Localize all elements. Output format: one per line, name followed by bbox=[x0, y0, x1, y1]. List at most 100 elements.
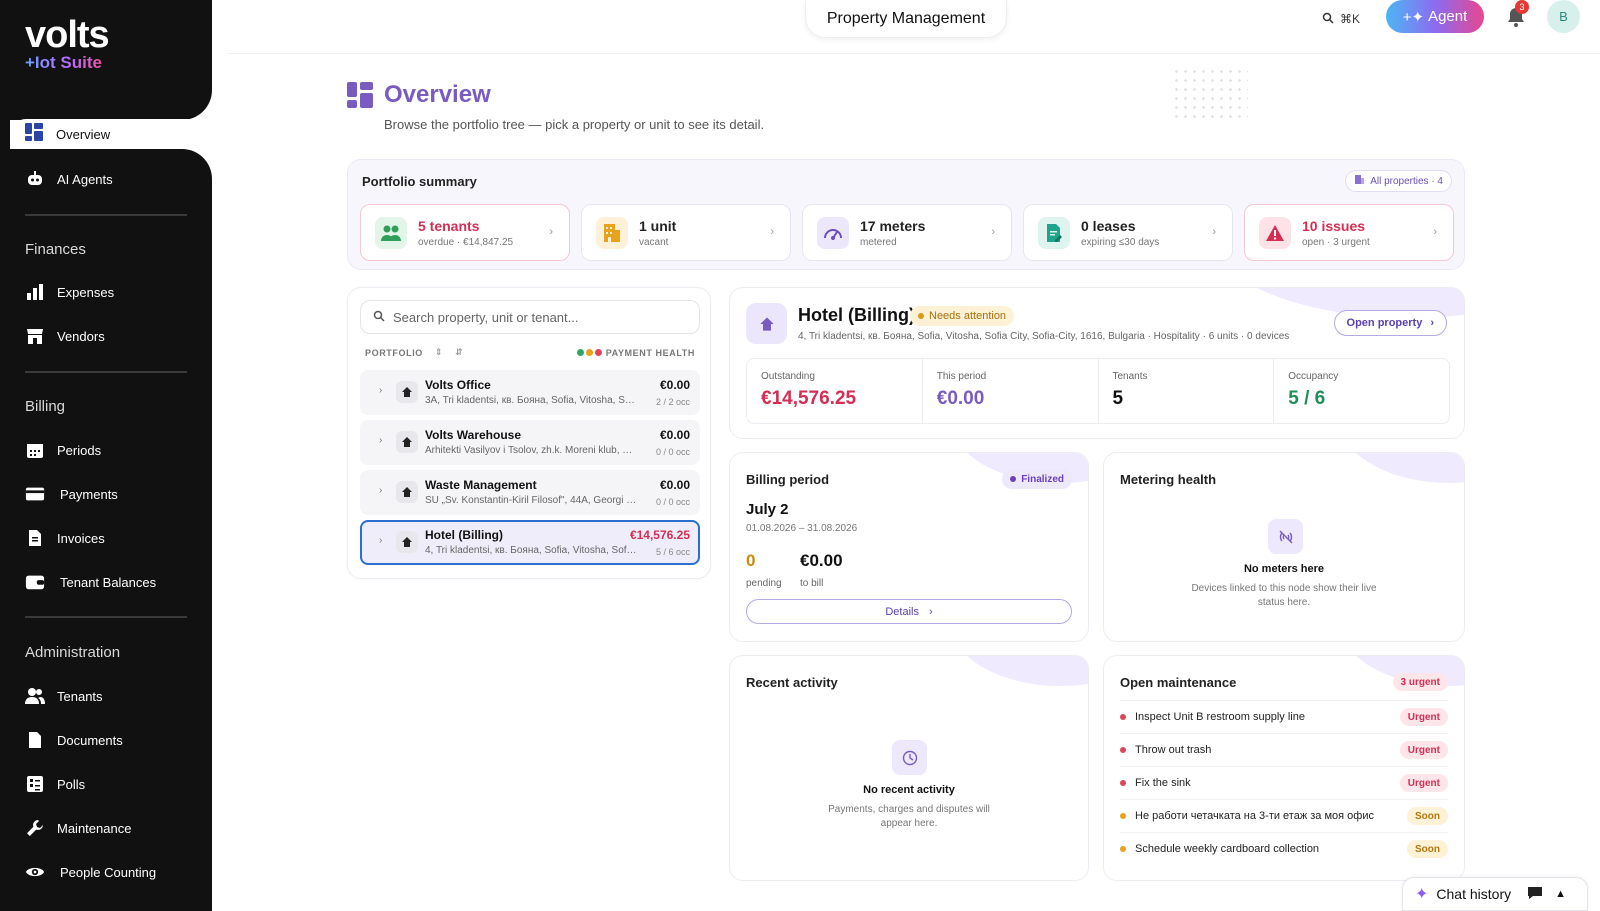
chevron-right-icon: › bbox=[928, 605, 933, 618]
tree-search-input[interactable]: Search property, unit or tenant... bbox=[360, 300, 700, 334]
sidebar-item-ai-agents[interactable]: AI Agents bbox=[25, 166, 113, 192]
sidebar-item-tenant-balances[interactable]: Tenant Balances bbox=[25, 569, 156, 595]
maintenance-item[interactable]: Не работи четачката на 3-ти етаж за моя … bbox=[1120, 799, 1448, 832]
sidebar-item-periods[interactable]: Periods bbox=[25, 437, 101, 463]
status-badge: Needs attention bbox=[910, 306, 1015, 326]
property-detail-card: Hotel (Billing) Needs attention 4, Tri k… bbox=[729, 287, 1465, 439]
row-occupancy: 0 / 0 occ bbox=[655, 497, 690, 507]
logo-suite: +Iot Suite bbox=[25, 54, 109, 72]
decorative-blob bbox=[950, 656, 1088, 686]
maintenance-item[interactable]: Inspect Unit B restroom supply line Urgen… bbox=[1120, 700, 1448, 733]
new-chat-icon[interactable] bbox=[1527, 886, 1543, 903]
dashboard-icon bbox=[24, 122, 44, 147]
stat-label: Outstanding bbox=[761, 371, 815, 382]
logo[interactable]: volts +Iot Suite bbox=[25, 16, 110, 72]
pending-label: pending bbox=[746, 578, 782, 589]
stat-label: Occupancy bbox=[1288, 371, 1339, 382]
stat-label: Tenants bbox=[1112, 371, 1148, 382]
sidebar-item-label: Periods bbox=[57, 442, 102, 458]
decorative-dots bbox=[1172, 67, 1248, 123]
agent-button[interactable]: +✦ Agent bbox=[1386, 0, 1484, 33]
credit-card-icon bbox=[25, 484, 45, 504]
kpi-issues[interactable]: 10 issues open · 3 urgent › bbox=[1244, 204, 1454, 261]
kpi-meters[interactable]: 17 meters metered › bbox=[802, 204, 1012, 261]
sidebar-item-expenses[interactable]: Expenses bbox=[25, 279, 114, 305]
open-property-button[interactable]: Open property › bbox=[1333, 310, 1447, 336]
sidebar-item-label: Polls bbox=[57, 776, 86, 792]
row-name: Volts Office bbox=[425, 378, 491, 392]
chevron-up-icon[interactable]: ▲ bbox=[1555, 888, 1566, 900]
all-properties-button[interactable]: All properties · 4 bbox=[1345, 170, 1452, 192]
status-text: Needs attention bbox=[929, 310, 1007, 322]
sidebar-item-tenants[interactable]: Tenants bbox=[25, 683, 103, 709]
sidebar-item-people-counting[interactable]: People Counting bbox=[25, 859, 156, 885]
kpi-leases-expiring[interactable]: 0 leases expiring ≤30 days › bbox=[1023, 204, 1233, 261]
chevron-right-icon: › bbox=[991, 226, 995, 238]
chevron-right-icon[interactable]: › bbox=[379, 485, 382, 496]
sort-icon[interactable]: ⇕ bbox=[435, 347, 443, 358]
sidebar-item-label: Invoices bbox=[57, 530, 105, 546]
checklist-icon bbox=[25, 774, 45, 794]
kpi-tenants-overdue[interactable]: 5 tenants overdue · €14,847.25 › bbox=[360, 204, 570, 261]
stat-value: €0.00 bbox=[936, 388, 985, 409]
maintenance-text: Throw out trash bbox=[1135, 744, 1212, 756]
row-address: Arhitekti Vasilyov i Tsolov, zh.k. Moren… bbox=[425, 445, 637, 456]
chevron-right-icon[interactable]: › bbox=[379, 535, 382, 546]
kpi-sub: metered bbox=[860, 236, 897, 248]
sidebar-item-documents[interactable]: Documents bbox=[25, 727, 123, 753]
shortcut-label: ⌘K bbox=[1340, 12, 1361, 26]
collapse-icon[interactable]: ⇵ bbox=[455, 347, 463, 358]
all-properties-label: All properties · 4 bbox=[1370, 175, 1443, 187]
sidebar-item-overview[interactable]: Overview bbox=[11, 119, 212, 149]
priority-tag: Urgent bbox=[1399, 741, 1448, 759]
maintenance-item[interactable]: Schedule weekly cardboard collection Soon bbox=[1120, 832, 1448, 865]
kpi-units-vacant[interactable]: 1 unit vacant › bbox=[581, 204, 791, 261]
document-icon bbox=[25, 528, 45, 548]
stat-label: This period bbox=[936, 371, 987, 382]
sidebar-item-invoices[interactable]: Invoices bbox=[25, 525, 105, 551]
divider bbox=[25, 616, 187, 618]
global-search-button[interactable]: ⌘K bbox=[1322, 9, 1360, 29]
dashboard-icon bbox=[347, 82, 373, 108]
details-button[interactable]: Details › bbox=[746, 599, 1072, 624]
wrench-icon bbox=[25, 818, 45, 838]
chevron-right-icon[interactable]: › bbox=[379, 435, 382, 446]
search-icon bbox=[373, 310, 385, 325]
row-amount: €14,576.25 bbox=[629, 528, 690, 542]
chevron-right-icon[interactable]: › bbox=[379, 385, 382, 396]
sidebar: volts +Iot Suite Overview AI Agents Fina… bbox=[0, 0, 212, 911]
card-title: Open maintenance bbox=[1120, 675, 1237, 690]
urgent-count-badge: 3 urgent bbox=[1392, 673, 1448, 691]
home-icon bbox=[396, 431, 418, 453]
maintenance-text: Не работи четачката на 3-ти етаж за моя … bbox=[1135, 810, 1374, 822]
row-address: 4, Tri kladentsi, кв. Бояна, Sofia, Vito… bbox=[425, 545, 637, 556]
to-bill-label: to bill bbox=[800, 578, 824, 589]
kpi-value: 17 meters bbox=[860, 217, 926, 234]
file-icon bbox=[25, 730, 45, 750]
sidebar-item-polls[interactable]: Polls bbox=[25, 771, 85, 797]
store-icon bbox=[25, 326, 45, 346]
portfolio-tree: Search property, unit or tenant... PORTF… bbox=[347, 287, 711, 579]
tree-row-hotel-billing[interactable]: › Hotel (Billing) 4, Tri kladentsi, кв. … bbox=[360, 520, 700, 565]
sidebar-item-label: Overview bbox=[56, 126, 111, 142]
chat-history-bar[interactable]: ✦ Chat history ▲ bbox=[1402, 877, 1588, 911]
priority-tag: Soon bbox=[1407, 807, 1448, 825]
sidebar-item-payments[interactable]: Payments bbox=[25, 481, 118, 507]
tree-row-volts-office[interactable]: › Volts Office 3A, Tri kladentsi, кв. Бо… bbox=[360, 370, 700, 415]
avatar[interactable]: B bbox=[1547, 0, 1580, 33]
summary-title: Portfolio summary bbox=[362, 174, 477, 189]
to-bill-value: €0.00 bbox=[800, 551, 843, 570]
tree-row-volts-warehouse[interactable]: › Volts Warehouse Arhitekti Vasilyov i T… bbox=[360, 420, 700, 465]
section-administration: Administration bbox=[25, 644, 121, 661]
sidebar-header: volts +Iot Suite bbox=[0, 0, 212, 120]
sidebar-item-vendors[interactable]: Vendors bbox=[25, 323, 105, 349]
tree-row-waste-management[interactable]: › Waste Management SU „Sv. Konstantin-Ki… bbox=[360, 470, 700, 515]
sidebar-item-maintenance[interactable]: Maintenance bbox=[25, 815, 131, 841]
maintenance-item[interactable]: Throw out trash Urgent bbox=[1120, 733, 1448, 766]
agent-sparkle-icon: +✦ bbox=[1402, 8, 1425, 26]
metering-health-card: Metering health No meters here Devices l… bbox=[1103, 452, 1465, 642]
wallet-icon bbox=[25, 572, 45, 592]
maintenance-item[interactable]: Fix the sink Urgent bbox=[1120, 766, 1448, 799]
chevron-right-icon: › bbox=[1212, 226, 1216, 238]
kpi-value: 10 issues bbox=[1302, 217, 1366, 234]
